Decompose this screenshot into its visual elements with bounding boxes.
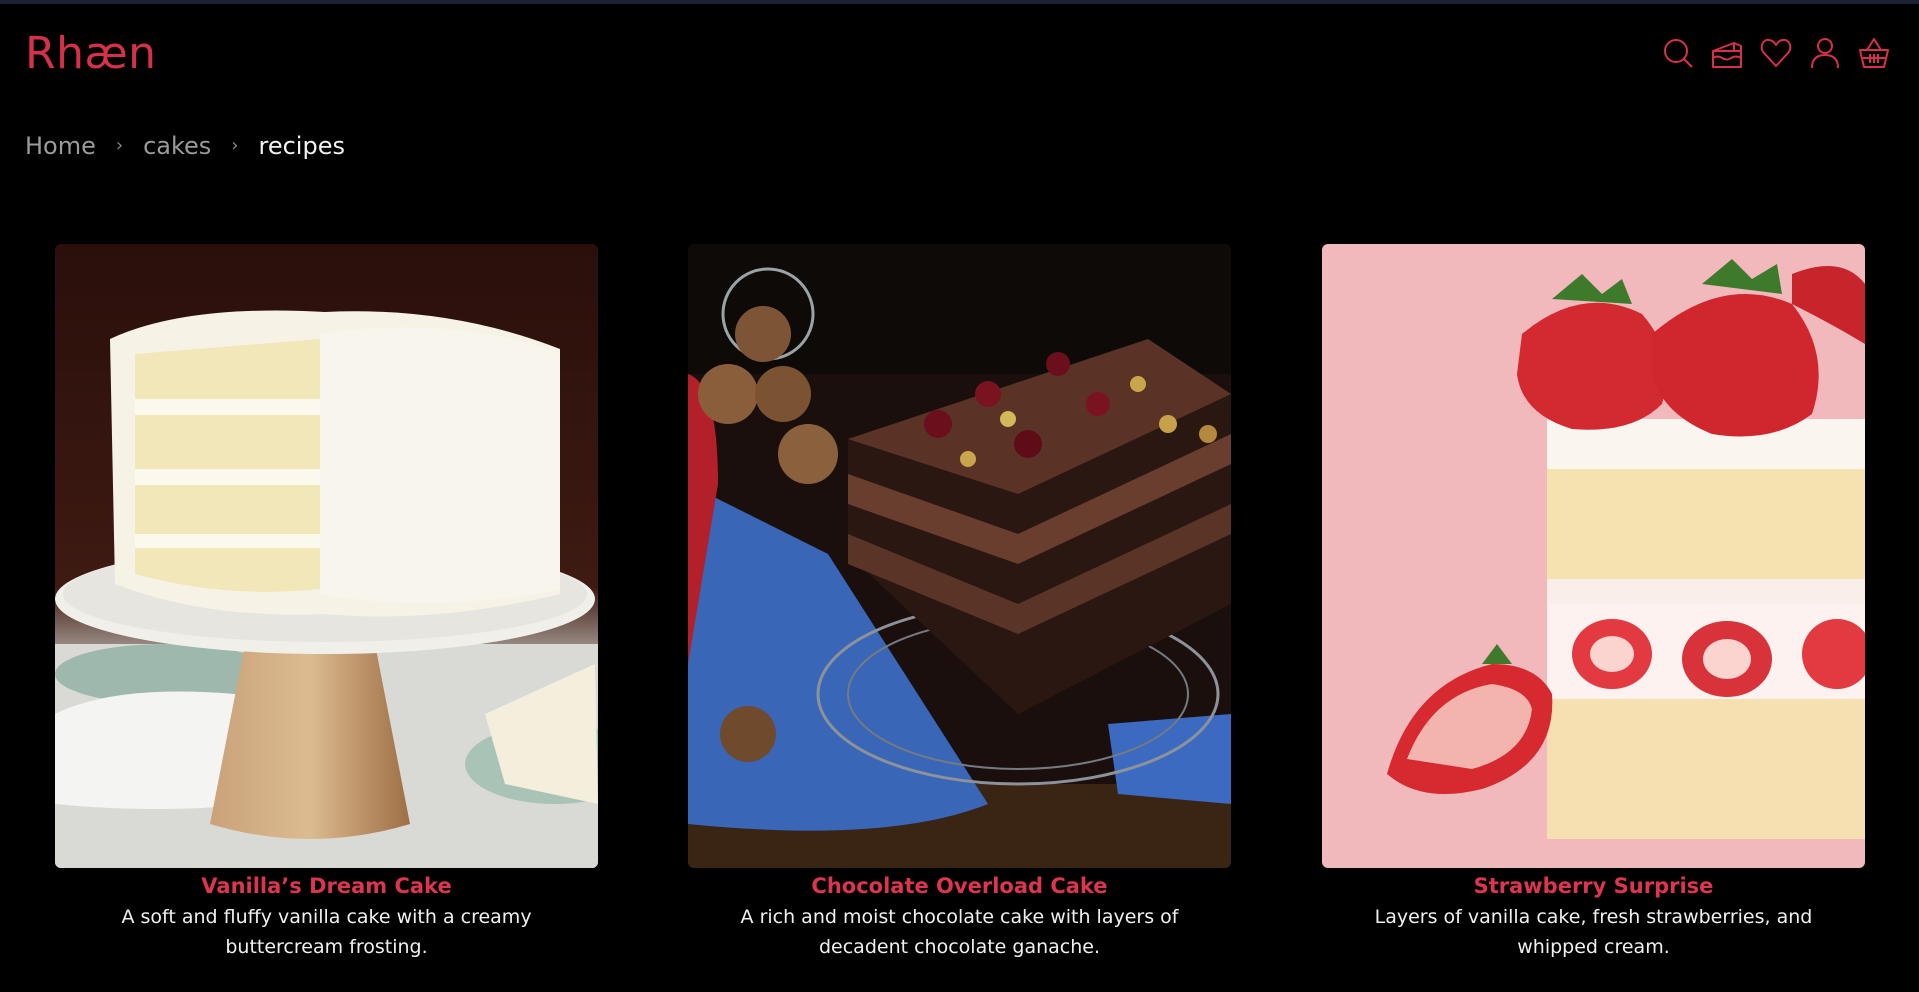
recipe-description: Layers of vanilla cake, fresh strawberri… — [1374, 906, 1813, 958]
breadcrumb: Home › cakes › recipes — [25, 128, 345, 164]
breadcrumb-separator: › — [115, 135, 124, 156]
heart-icon[interactable] — [1759, 36, 1793, 70]
cake-icon[interactable] — [1710, 36, 1744, 70]
basket-icon[interactable] — [1857, 36, 1891, 70]
breadcrumb-cakes[interactable]: cakes — [143, 128, 211, 164]
window-top-border — [0, 0, 1919, 4]
header-icons — [1661, 36, 1891, 70]
vanilla-cake-image[interactable] — [55, 244, 598, 868]
recipe-card-strawberry: Strawberry Surprise Layers of vanilla ca… — [1322, 244, 1865, 962]
breadcrumb-recipes: recipes — [258, 132, 345, 160]
recipe-title[interactable]: Chocolate Overload Cake — [688, 872, 1231, 900]
search-icon[interactable] — [1661, 36, 1695, 70]
breadcrumb-separator: › — [231, 135, 239, 156]
recipe-title[interactable]: Vanilla’s Dream Cake — [55, 872, 598, 900]
recipe-description: A rich and moist chocolate cake with lay… — [740, 906, 1179, 958]
recipe-description: A soft and fluffy vanilla cake with a cr… — [121, 906, 532, 958]
recipe-card-chocolate: Chocolate Overload Cake A rich and moist… — [688, 244, 1231, 962]
brand-logo[interactable]: Rhæn — [25, 26, 157, 82]
user-icon[interactable] — [1808, 36, 1842, 70]
recipe-title[interactable]: Strawberry Surprise — [1322, 872, 1865, 900]
strawberry-cake-image[interactable] — [1322, 244, 1865, 868]
breadcrumb-home[interactable]: Home — [25, 128, 96, 164]
chocolate-cake-image[interactable] — [688, 244, 1231, 868]
recipe-card-vanilla: Vanilla’s Dream Cake A soft and fluffy v… — [55, 244, 598, 962]
